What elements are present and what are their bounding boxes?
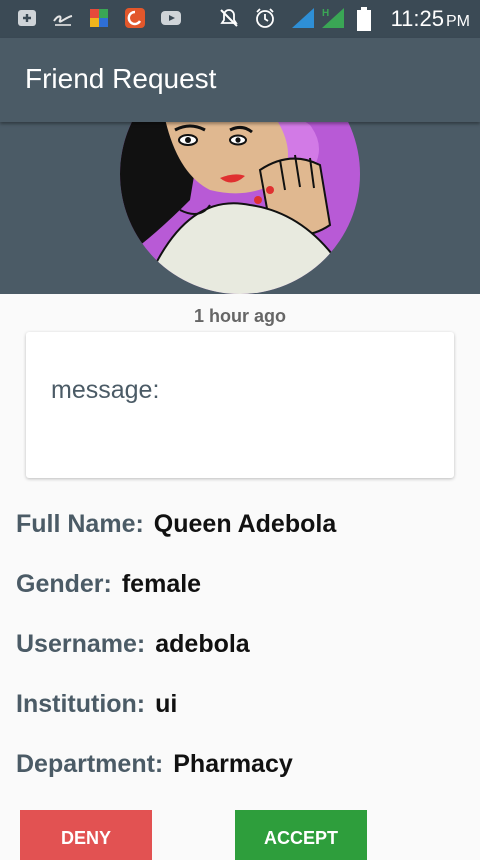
- signal-icon: [292, 8, 314, 28]
- add-box-icon: [18, 10, 36, 26]
- request-time: 1 hour ago: [193, 306, 286, 326]
- detail-value: adebola: [155, 630, 250, 658]
- status-time: 11:25 PM: [391, 6, 470, 32]
- shield-app-icon: [125, 8, 145, 28]
- detail-label: Username:: [16, 630, 146, 658]
- detail-value: Pharmacy: [173, 750, 293, 778]
- avatar-illustration: [120, 100, 360, 294]
- detail-label: Full Name:: [16, 510, 144, 538]
- youtube-icon: [161, 11, 181, 25]
- detail-username: Username: adebola: [16, 630, 250, 659]
- deny-button[interactable]: DENY: [20, 810, 152, 860]
- detail-value: Queen Adebola: [153, 510, 337, 538]
- multicolor-app-icon: [90, 9, 108, 27]
- time-text: 11:25: [390, 6, 444, 31]
- detail-value: ui: [155, 690, 178, 718]
- message-card: message:: [26, 332, 454, 478]
- detail-institution: Institution: ui: [16, 690, 177, 719]
- detail-label: Gender:: [16, 570, 112, 598]
- page-title: Friend Request: [25, 63, 217, 94]
- avatar[interactable]: [120, 100, 360, 294]
- detail-full-name: Full Name: Queen Adebola: [16, 510, 336, 539]
- svg-text:H: H: [322, 8, 329, 19]
- detail-label: Institution:: [16, 690, 146, 718]
- accept-button[interactable]: ACCEPT: [235, 810, 367, 860]
- detail-gender: Gender: female: [16, 570, 201, 599]
- detail-value: female: [121, 570, 202, 598]
- app-bar: Friend Request: [0, 38, 480, 122]
- battery-icon: [357, 7, 371, 31]
- detail-department: Department: Pharmacy: [16, 750, 293, 779]
- detail-label: Department:: [16, 750, 164, 778]
- signal-h-icon: H: [322, 8, 344, 28]
- status-bar: H 11:25 PM: [0, 0, 480, 38]
- mute-icon: [220, 9, 238, 27]
- ampm-text: PM: [446, 13, 470, 30]
- signature-icon: [53, 15, 73, 26]
- message-label: message:: [51, 376, 160, 404]
- alarm-icon: [256, 8, 274, 28]
